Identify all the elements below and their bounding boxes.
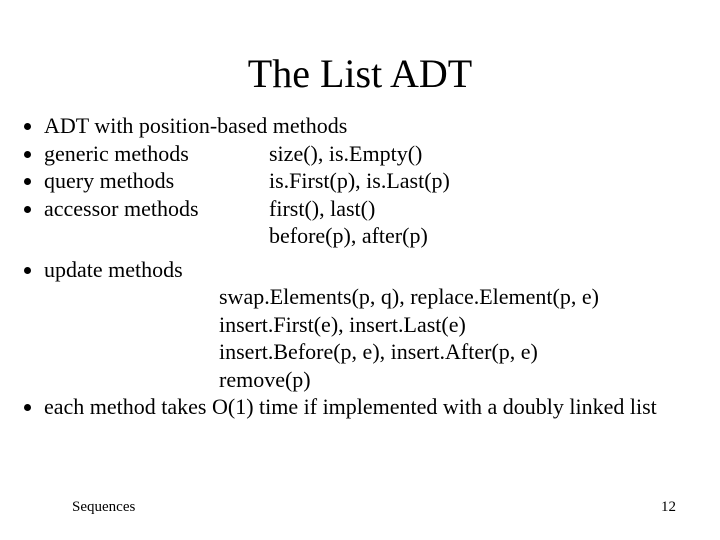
update-line-1: swap.Elements(p, q), replace.Element(p, … — [44, 283, 704, 311]
bullet-list-2: update methods — [44, 256, 704, 284]
update-line-2: insert.First(e), insert.Last(e) — [44, 311, 704, 339]
value-generic: size(), is.Empty() — [269, 140, 704, 168]
label-generic: generic methods — [44, 140, 269, 168]
value-accessor-2: before(p), after(p) — [44, 222, 704, 250]
update-line-3: insert.Before(p, e), insert.After(p, e) — [44, 338, 704, 366]
label-accessor: accessor methods — [44, 195, 269, 223]
slide-body: ADT with position-based methods generic … — [44, 112, 704, 421]
bullet-generic: generic methods size(), is.Empty() — [44, 140, 704, 168]
label-query: query methods — [44, 167, 269, 195]
bullet-query: query methods is.First(p), is.Last(p) — [44, 167, 704, 195]
bullet-update: update methods — [44, 256, 704, 284]
update-line-4: remove(p) — [44, 366, 704, 394]
bullet-list-3: each method takes O(1) time if implement… — [44, 393, 704, 421]
bullet-list: ADT with position-based methods generic … — [44, 112, 704, 222]
value-query: is.First(p), is.Last(p) — [269, 167, 704, 195]
slide-title: The List ADT — [0, 50, 720, 97]
bullet-accessor: accessor methods first(), last() — [44, 195, 704, 223]
value-accessor: first(), last() — [269, 195, 704, 223]
bullet-adt: ADT with position-based methods — [44, 112, 704, 140]
footer-page-number: 12 — [661, 499, 676, 516]
label-update: update methods — [44, 257, 183, 282]
bullet-o1: each method takes O(1) time if implement… — [44, 393, 704, 421]
footer-left: Sequences — [72, 499, 135, 516]
